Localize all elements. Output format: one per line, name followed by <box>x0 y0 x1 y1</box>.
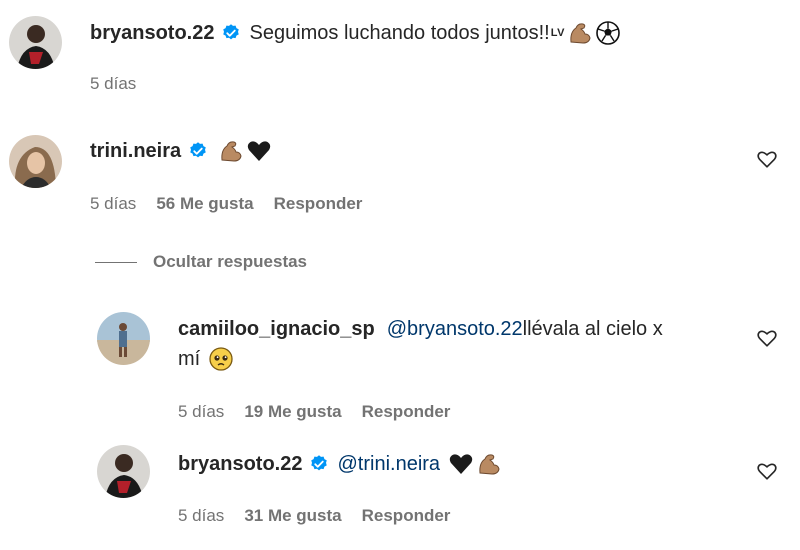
avatar-camiiloo[interactable] <box>97 312 150 365</box>
avatar-image <box>97 312 150 365</box>
pleading-face-emoji <box>209 347 233 371</box>
reply-time[interactable]: 5 días <box>178 402 224 422</box>
reply-button[interactable]: Responder <box>362 402 451 422</box>
heart-outline-icon[interactable] <box>756 148 778 170</box>
avatar-image <box>9 135 62 188</box>
verified-badge-icon <box>223 24 240 40</box>
reply-button[interactable]: Responder <box>362 506 451 526</box>
flexed-biceps-emoji <box>479 454 500 475</box>
reply-text-line1: llévala al cielo x <box>522 318 663 340</box>
verified-badge-icon <box>190 142 206 158</box>
soccer-ball-emoji <box>596 21 620 45</box>
reply-button[interactable]: Responder <box>274 194 363 214</box>
likes-count[interactable]: 19 Me gusta <box>244 402 341 422</box>
divider-line <box>95 261 137 263</box>
hide-replies-toggle[interactable]: Ocultar respuestas <box>95 252 307 272</box>
comment-text: Seguimos luchando todos juntos!! <box>249 21 550 44</box>
comment-time[interactable]: 5 días <box>90 194 136 214</box>
reply-username[interactable]: camiiloo_ignacio_sp <box>178 318 375 341</box>
comment-username[interactable]: bryansoto.22 <box>90 22 214 45</box>
hide-replies-label: Ocultar respuestas <box>153 252 308 271</box>
reply-mention[interactable]: @trini.neira <box>337 453 440 476</box>
avatar-image <box>9 16 62 69</box>
reply-mention[interactable]: @bryansoto.22 <box>387 318 523 341</box>
black-heart-emoji <box>449 454 473 474</box>
reply-text-line2: mí <box>178 347 201 370</box>
verified-badge-icon <box>311 455 328 471</box>
flexed-biceps-emoji <box>221 141 242 162</box>
likes-count[interactable]: 31 Me gusta <box>244 506 341 526</box>
black-heart-emoji <box>247 141 271 161</box>
comment-username[interactable]: trini.neira <box>90 140 181 163</box>
avatar-image <box>97 445 150 498</box>
avatar-bryansoto[interactable] <box>9 16 62 69</box>
comment-time[interactable]: 5 días <box>90 74 136 94</box>
reply-username[interactable]: bryansoto.22 <box>178 453 302 476</box>
avatar-bryansoto[interactable] <box>97 445 150 498</box>
flexed-biceps-emoji <box>570 23 591 44</box>
heart-outline-icon[interactable] <box>756 460 778 482</box>
likes-count[interactable]: 56 Me gusta <box>156 194 253 214</box>
reply-time[interactable]: 5 días <box>178 506 224 526</box>
comment-suffix: LV <box>550 27 565 39</box>
avatar-trini-neira[interactable] <box>9 135 62 188</box>
heart-outline-icon[interactable] <box>756 327 778 349</box>
